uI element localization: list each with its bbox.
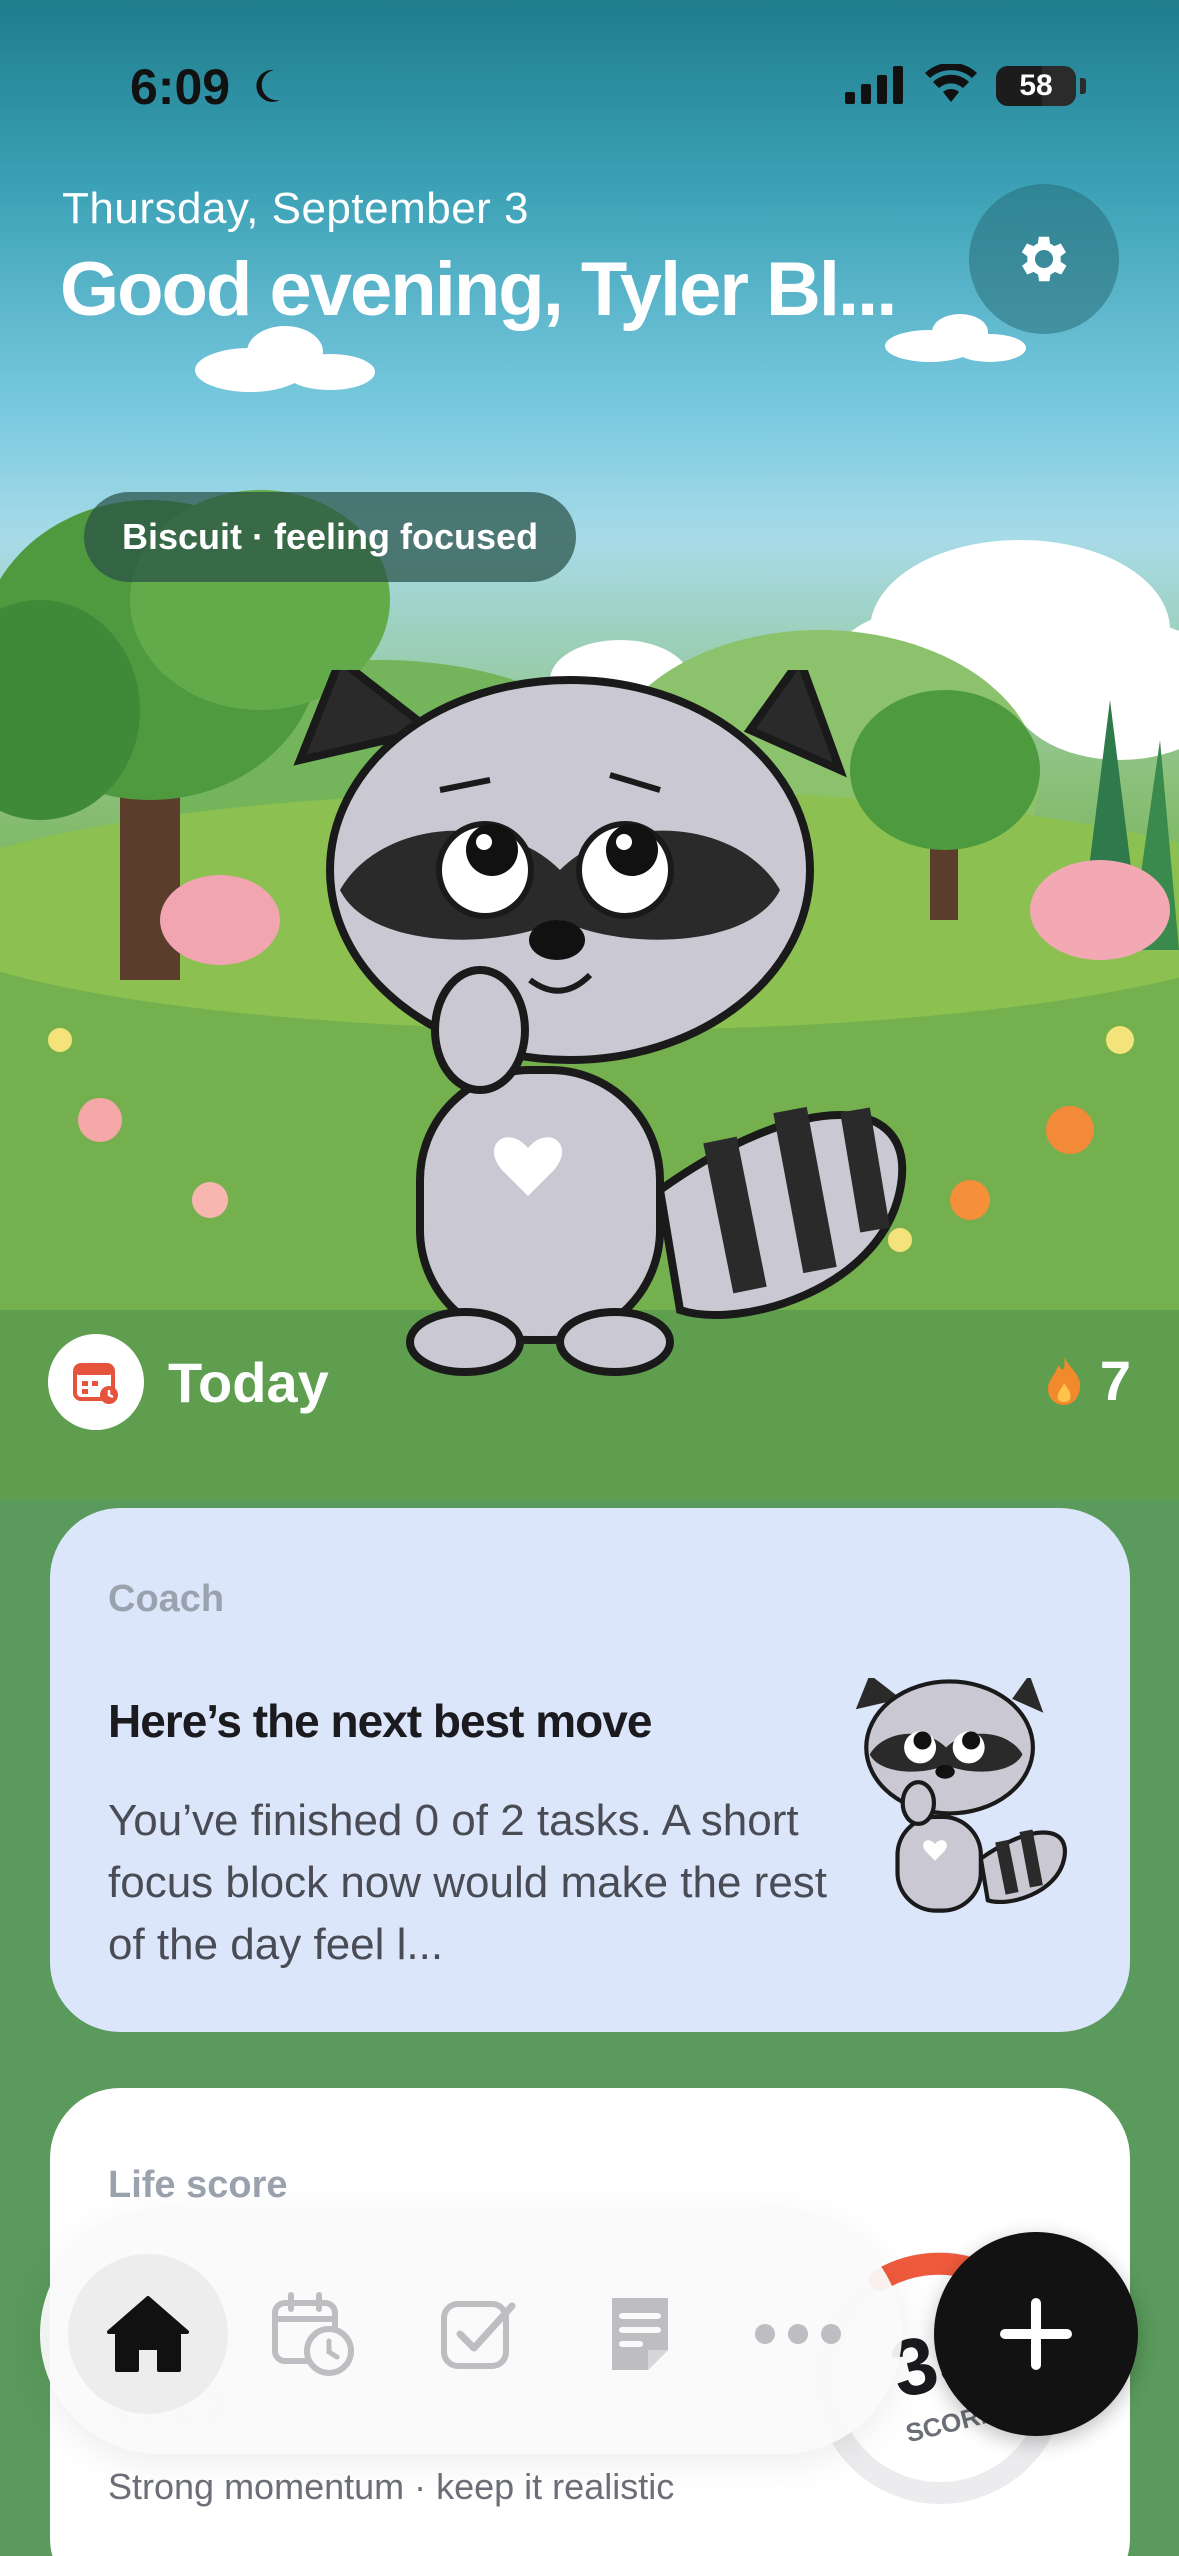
battery-percent: 58 <box>1019 69 1053 102</box>
status-bar: 6:09 58 <box>0 0 1179 170</box>
calendar-icon <box>73 1363 118 1404</box>
add-button[interactable] <box>934 2232 1138 2436</box>
tab-bar <box>40 2214 902 2454</box>
home-icon <box>107 2296 189 2372</box>
coach-title: Here’s the next best move <box>108 1695 652 1747</box>
settings-button[interactable] <box>969 184 1119 334</box>
today-title: Today <box>168 1351 329 1414</box>
battery-tip <box>1080 78 1086 94</box>
date-label: Thursday, September 3 <box>62 184 530 233</box>
notes-icon <box>612 2298 668 2370</box>
clock: 6:09 <box>130 59 231 115</box>
tab-calendar[interactable] <box>262 2284 362 2384</box>
streak-count: 7 <box>1099 1349 1131 1412</box>
checkbox-icon <box>441 2301 516 2369</box>
tab-home[interactable] <box>68 2254 228 2414</box>
tab-more[interactable] <box>748 2284 848 2384</box>
more-icon <box>755 2324 841 2344</box>
raccoon-mascot[interactable] <box>280 670 920 1390</box>
battery-icon: 58 <box>996 66 1076 106</box>
flame-icon <box>1047 1356 1081 1405</box>
tab-notes[interactable] <box>590 2284 690 2384</box>
signal-icon <box>845 66 903 104</box>
raccoon-mascot-small <box>855 1678 1067 1913</box>
moon-icon <box>256 69 280 102</box>
greeting-title: Good evening, Tyler Bl... <box>60 247 897 332</box>
wifi-icon <box>925 64 977 102</box>
coach-message: You’ve finished 0 of 2 tasks. A short fo… <box>108 1796 828 1969</box>
coach-card[interactable]: Coach Here’s the next best move You’ve f… <box>50 1508 1130 2032</box>
coach-label: Coach <box>108 1578 225 1620</box>
pet-mood-badge: Biscuit · feeling focused <box>84 492 577 582</box>
life-score-subtitle: Strong momentum · keep it realistic <box>108 2466 675 2507</box>
tab-tasks[interactable] <box>428 2284 528 2384</box>
today-calendar-button[interactable] <box>48 1334 144 1430</box>
streak-counter[interactable]: 7 <box>1044 1348 1131 1413</box>
calendar-clock-icon <box>272 2292 354 2376</box>
gear-icon <box>1021 236 1067 282</box>
plus-icon <box>1000 2298 1072 2370</box>
life-score-label: Life score <box>108 2164 288 2206</box>
today-section-header: Today 7 <box>48 1334 1131 1434</box>
